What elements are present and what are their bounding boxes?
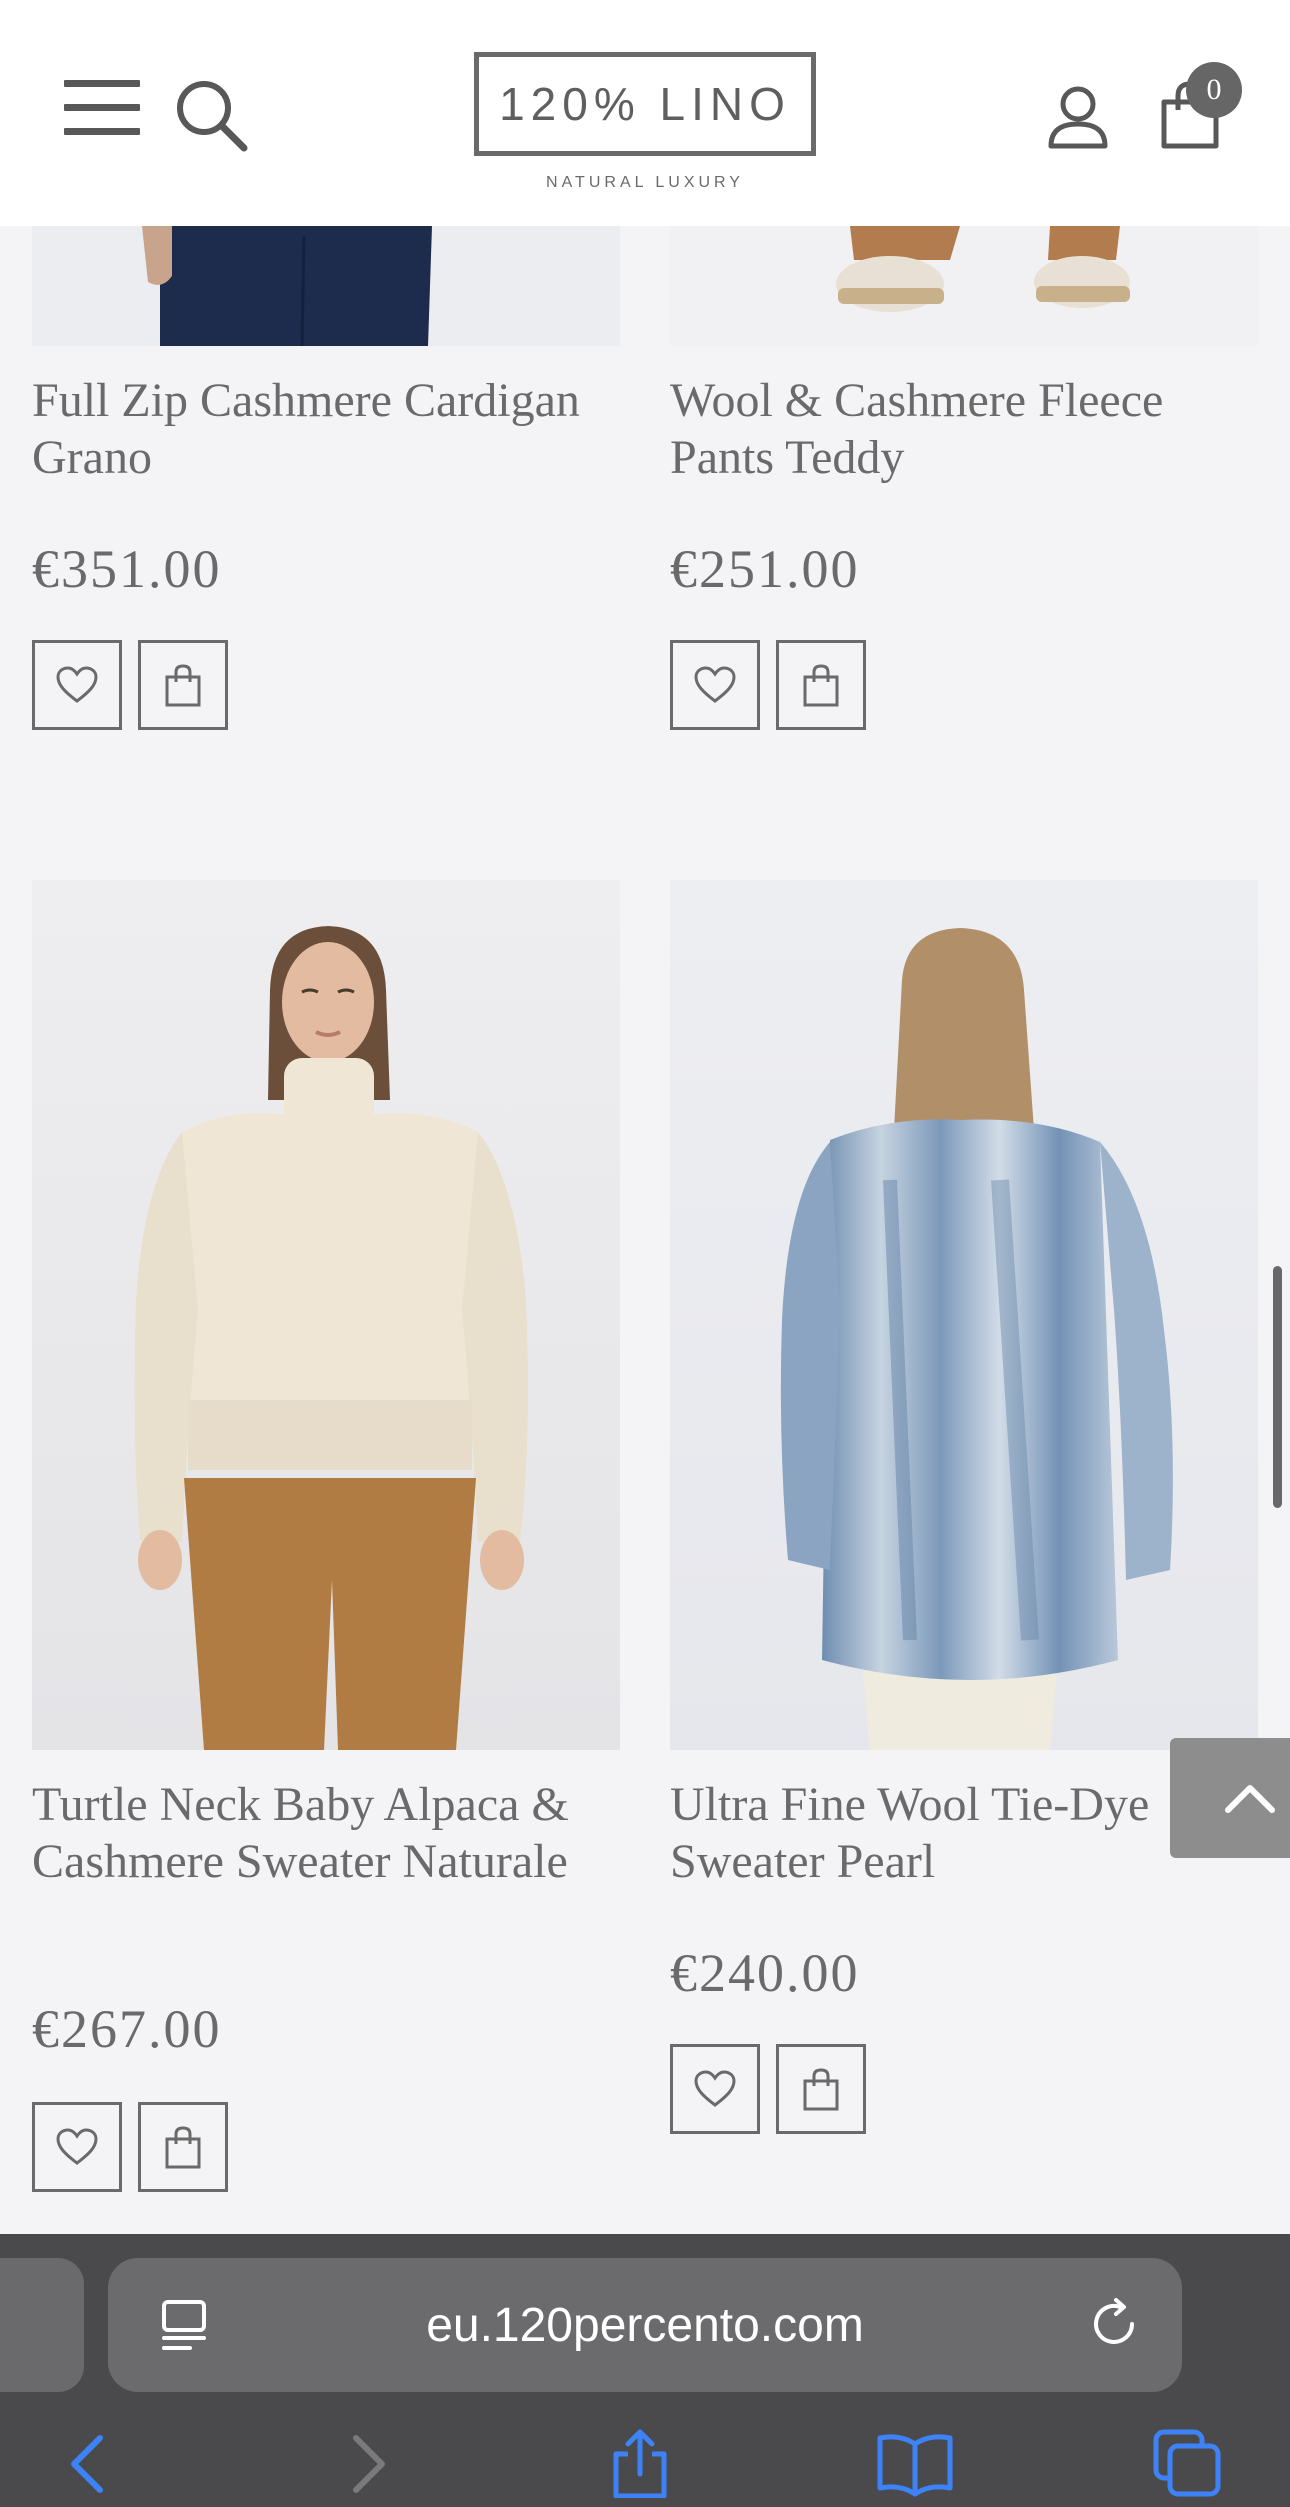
previous-tab-preview[interactable] — [0, 2258, 84, 2392]
product-name[interactable]: Full Zip Cashmere Cardigan Grano — [32, 372, 612, 486]
heart-icon — [694, 2070, 736, 2107]
product-name[interactable]: Wool & Cashmere Fleece Pants Teddy — [670, 372, 1250, 486]
product-price: €351.00 — [32, 539, 222, 599]
product-image[interactable] — [32, 880, 620, 1750]
reload-icon[interactable] — [1086, 2296, 1142, 2352]
shopping-bag-icon — [803, 664, 839, 707]
chevron-up-icon — [1225, 1785, 1275, 1813]
bookmarks-icon[interactable] — [876, 2428, 954, 2498]
page-scrollbar[interactable] — [1273, 1266, 1282, 1508]
wishlist-button[interactable] — [670, 2044, 760, 2134]
logo-tagline: NATURAL LUXURY — [546, 174, 744, 191]
heart-icon — [56, 2128, 98, 2165]
wishlist-button[interactable] — [32, 2102, 122, 2192]
site-logo[interactable]: 120% LINO — [474, 52, 816, 156]
wishlist-button[interactable] — [670, 640, 760, 730]
shopping-bag-icon — [803, 2068, 839, 2111]
share-icon[interactable] — [608, 2428, 672, 2498]
add-to-cart-button[interactable] — [138, 2102, 228, 2192]
shopping-bag-icon — [165, 664, 201, 707]
wishlist-button[interactable] — [32, 640, 122, 730]
product-image[interactable] — [670, 880, 1258, 1750]
product-price: €267.00 — [32, 1999, 222, 2059]
menu-icon[interactable] — [64, 80, 140, 136]
tabs-icon[interactable] — [1152, 2428, 1222, 2498]
logo-text: 120% LINO — [499, 78, 791, 130]
cart-count-badge: 0 — [1186, 62, 1242, 118]
address-bar[interactable]: eu.120percento.com — [108, 2258, 1182, 2392]
product-price: €240.00 — [670, 1943, 860, 2003]
back-icon[interactable] — [64, 2428, 112, 2498]
forward-icon[interactable] — [344, 2428, 392, 2498]
browser-toolbar — [0, 2394, 1290, 2507]
add-to-cart-button[interactable] — [138, 640, 228, 730]
heart-icon — [56, 666, 98, 703]
product-name[interactable]: Ultra Fine Wool Tie-Dye Sweater Pearl — [670, 1776, 1250, 1890]
add-to-cart-button[interactable] — [776, 640, 866, 730]
product-image[interactable] — [32, 226, 620, 346]
account-icon[interactable] — [1046, 84, 1110, 150]
url-text: eu.120percento.com — [426, 2299, 864, 2352]
browser-address-area: eu.120percento.com — [0, 2234, 1290, 2394]
product-name[interactable]: Turtle Neck Baby Alpaca & Cashmere Sweat… — [32, 1776, 612, 1890]
shopping-bag-icon — [165, 2126, 201, 2169]
scroll-to-top-button[interactable] — [1170, 1738, 1290, 1858]
heart-icon — [694, 666, 736, 703]
search-icon[interactable] — [174, 78, 248, 152]
add-to-cart-button[interactable] — [776, 2044, 866, 2134]
product-image[interactable] — [670, 226, 1258, 346]
product-price: €251.00 — [670, 539, 860, 599]
site-header: 120% LINO NATURAL LUXURY 0 — [0, 0, 1290, 226]
